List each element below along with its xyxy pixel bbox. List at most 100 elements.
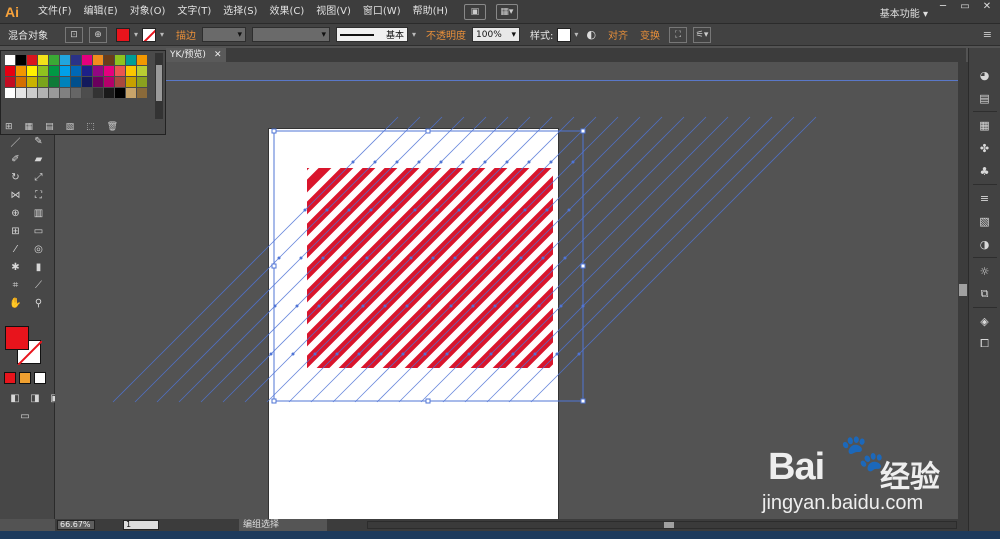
- blend-options-icon[interactable]: ⊕: [89, 26, 107, 43]
- maximize-button[interactable]: ▭: [954, 0, 976, 14]
- anchor-point[interactable]: [533, 352, 537, 356]
- swatches-dock-icon[interactable]: ▦: [972, 115, 998, 135]
- color-swatch[interactable]: [137, 77, 147, 87]
- horizontal-scroll-thumb[interactable]: [664, 522, 674, 528]
- anchor-point[interactable]: [449, 304, 453, 308]
- fill-swatch[interactable]: [5, 326, 29, 350]
- swatch-libraries-icon[interactable]: ⊞: [5, 122, 13, 132]
- anchor-point[interactable]: [457, 208, 461, 212]
- variable-width-field[interactable]: ▾: [252, 27, 331, 42]
- artboards-panel-icon[interactable]: ⧠: [972, 334, 998, 354]
- shape-builder-tool-icon[interactable]: ⊕: [7, 205, 25, 221]
- color-swatch[interactable]: [60, 77, 70, 87]
- gradient-tool-icon[interactable]: ▭: [30, 223, 48, 239]
- anchor-point[interactable]: [347, 208, 351, 212]
- menu-object[interactable]: 对象(O): [124, 0, 172, 24]
- menu-edit[interactable]: 编辑(E): [78, 0, 124, 24]
- artboard-number-field[interactable]: 1: [123, 520, 159, 530]
- select-similar-icon[interactable]: ⛶: [669, 26, 688, 43]
- stroke-dropdown-icon[interactable]: ▾: [160, 30, 164, 39]
- stripe-group[interactable]: [55, 132, 968, 392]
- color-swatch[interactable]: [115, 55, 125, 65]
- color-swatch[interactable]: [137, 55, 147, 65]
- color-swatch[interactable]: [5, 88, 15, 98]
- anchor-point[interactable]: [439, 160, 443, 164]
- anchor-point[interactable]: [483, 160, 487, 164]
- color-swatch[interactable]: [16, 77, 26, 87]
- color-swatch[interactable]: [16, 55, 26, 65]
- color-swatch[interactable]: [71, 77, 81, 87]
- color-swatch[interactable]: [27, 77, 37, 87]
- selection-handle[interactable]: [271, 263, 277, 269]
- brush-dropdown-icon[interactable]: ▾: [412, 30, 416, 39]
- color-swatch[interactable]: [27, 88, 37, 98]
- anchor-point[interactable]: [401, 352, 405, 356]
- anchor-point[interactable]: [501, 208, 505, 212]
- arrange-documents-icon[interactable]: ▦▾: [495, 3, 518, 20]
- color-swatch[interactable]: [104, 77, 114, 87]
- style-dropdown-icon[interactable]: ▾: [574, 30, 578, 39]
- color-swatch[interactable]: [82, 66, 92, 76]
- anchor-point[interactable]: [357, 352, 361, 356]
- color-swatch[interactable]: [60, 66, 70, 76]
- color-swatch[interactable]: [5, 66, 15, 76]
- column-graph-tool-icon[interactable]: ▮: [30, 259, 48, 275]
- anchor-point[interactable]: [335, 352, 339, 356]
- color-swatch[interactable]: [38, 66, 48, 76]
- anchor-point[interactable]: [453, 256, 457, 260]
- screen-mode-icon[interactable]: ▭: [16, 408, 34, 424]
- anchor-point[interactable]: [299, 256, 303, 260]
- anchor-point[interactable]: [493, 304, 497, 308]
- color-swatch[interactable]: [82, 77, 92, 87]
- anchor-point[interactable]: [379, 352, 383, 356]
- blob-brush-tool-icon[interactable]: ✐: [7, 151, 25, 167]
- color-swatch[interactable]: [38, 55, 48, 65]
- color-swatch[interactable]: [104, 55, 114, 65]
- color-swatch[interactable]: [71, 88, 81, 98]
- minimize-button[interactable]: ─: [932, 0, 954, 14]
- opacity-link[interactable]: 不透明度: [426, 27, 466, 42]
- anchor-point[interactable]: [471, 304, 475, 308]
- anchor-point[interactable]: [317, 304, 321, 308]
- width-tool-icon[interactable]: ⋈: [7, 187, 25, 203]
- anchor-point[interactable]: [555, 352, 559, 356]
- anchor-point[interactable]: [423, 352, 427, 356]
- isolate-icon[interactable]: ⊡: [65, 26, 83, 43]
- mesh-tool-icon[interactable]: ⊞: [7, 223, 25, 239]
- align-link[interactable]: 对齐: [608, 27, 628, 42]
- anchor-point[interactable]: [541, 256, 545, 260]
- color-swatch[interactable]: [115, 77, 125, 87]
- status-tool-label[interactable]: 编组选择: [239, 519, 327, 531]
- close-button[interactable]: ✕: [976, 0, 998, 14]
- menu-type[interactable]: 文字(T): [171, 0, 217, 24]
- anchor-point[interactable]: [527, 160, 531, 164]
- anchor-point[interactable]: [361, 304, 365, 308]
- color-swatch[interactable]: [16, 66, 26, 76]
- anchor-point[interactable]: [559, 304, 563, 308]
- menu-help[interactable]: 帮助(H): [407, 0, 454, 24]
- anchor-point[interactable]: [511, 352, 515, 356]
- color-swatch[interactable]: [126, 55, 136, 65]
- anchor-point[interactable]: [325, 208, 329, 212]
- new-color-group-icon[interactable]: ▧: [66, 122, 75, 132]
- anchor-point[interactable]: [321, 256, 325, 260]
- anchor-point[interactable]: [373, 160, 377, 164]
- anchor-point[interactable]: [269, 352, 273, 356]
- color-panel-icon[interactable]: ◕: [972, 65, 998, 85]
- anchor-point[interactable]: [431, 256, 435, 260]
- anchor-point[interactable]: [417, 160, 421, 164]
- selection-handle[interactable]: [580, 263, 586, 269]
- pencil-tool-icon[interactable]: ✎: [30, 133, 48, 149]
- color-swatch[interactable]: [49, 55, 59, 65]
- anchor-point[interactable]: [445, 352, 449, 356]
- draw-normal-icon[interactable]: ◧: [6, 390, 24, 406]
- symbols-panel-icon[interactable]: ♣: [972, 161, 998, 181]
- brush-definition-field[interactable]: 基本: [336, 27, 409, 42]
- selection-handle[interactable]: [425, 398, 431, 404]
- anchor-point[interactable]: [295, 304, 299, 308]
- artboard-tool-icon[interactable]: ⌗: [7, 277, 25, 293]
- color-swatch[interactable]: [5, 55, 15, 65]
- color-swatch[interactable]: [49, 66, 59, 76]
- selection-handle[interactable]: [271, 398, 277, 404]
- stroke-weight-field[interactable]: ▾: [202, 27, 247, 42]
